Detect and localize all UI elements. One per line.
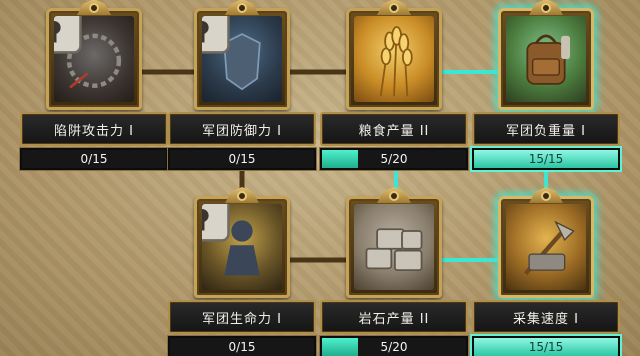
skill-title-bar: 军团负重量 I (472, 112, 620, 146)
frame-crest-gem (541, 191, 551, 201)
gathering-tools-icon (523, 220, 575, 276)
skill-title-bar: 军团防御力 I (168, 112, 316, 146)
skill-icon-frame[interactable] (498, 0, 594, 110)
skill-title: 采集速度 I (513, 311, 579, 327)
skill-progress-bar: 0/15 (167, 335, 317, 356)
progress-text: 5/20 (380, 340, 408, 354)
lock-icon (202, 204, 230, 242)
wheat-icon (379, 26, 413, 97)
skill-title: 军团负重量 I (506, 123, 586, 139)
health-artwork (202, 204, 282, 290)
skill-progress-bar: 15/15 (470, 146, 622, 172)
lock-icon (202, 16, 230, 54)
trap-artwork (54, 16, 134, 102)
skill-title: 粮食产量 II (358, 123, 430, 139)
skill-progress-bar: 5/20 (319, 335, 469, 356)
frame-crest-gem (541, 3, 551, 13)
skill-node-trap-attack[interactable]: 陷阱攻击力 I 0/15 (19, 0, 169, 172)
load-artwork (506, 16, 586, 102)
frame-crest-gem (237, 3, 247, 13)
skill-title-bar: 粮食产量 II (320, 112, 468, 146)
skill-title: 军团生命力 I (202, 311, 282, 327)
defense-artwork (202, 16, 282, 102)
gather-artwork (506, 204, 586, 290)
backpack-icon (526, 34, 570, 85)
progress-text: 15/15 (528, 340, 564, 354)
skill-icon-frame[interactable] (498, 187, 594, 298)
progress-text: 5/20 (380, 152, 408, 166)
skill-title-bar: 岩石产量 II (320, 300, 468, 334)
skill-title-bar: 采集速度 I (472, 300, 620, 334)
skill-title-bar: 军团生命力 I (168, 300, 316, 334)
skill-progress-bar: 0/15 (167, 147, 317, 171)
skill-icon-frame[interactable] (46, 0, 142, 110)
skill-title-bar: 陷阱攻击力 I (20, 112, 168, 146)
skill-icon-frame[interactable] (194, 0, 290, 110)
skill-node-gather-speed[interactable]: 采集速度 I 15/15 (470, 187, 622, 356)
skill-title: 陷阱攻击力 I (54, 123, 134, 139)
lock-icon (54, 16, 82, 54)
progress-text: 0/15 (228, 152, 256, 166)
skill-progress-bar: 5/20 (319, 147, 469, 171)
skill-title: 军团防御力 I (202, 123, 282, 139)
skill-node-legion-load[interactable]: 军团负重量 I 15/15 (470, 0, 622, 172)
skill-icon-frame[interactable] (346, 0, 442, 110)
progress-text: 15/15 (528, 152, 564, 166)
skill-icon-frame[interactable] (346, 187, 442, 298)
skill-title: 岩石产量 II (358, 311, 430, 327)
skill-node-stone-yield[interactable]: 岩石产量 II 5/20 (319, 187, 469, 356)
progress-text: 0/15 (80, 152, 108, 166)
skill-progress-bar: 15/15 (470, 334, 622, 356)
grain-artwork (354, 16, 434, 102)
frame-crest-gem (389, 3, 399, 13)
frame-crest-gem (237, 191, 247, 201)
frame-crest-gem (89, 3, 99, 13)
skill-progress-bar: 0/15 (19, 147, 169, 171)
skill-node-legion-health[interactable]: 军团生命力 I 0/15 (167, 187, 317, 356)
skill-icon-frame[interactable] (194, 187, 290, 298)
skill-node-grain-yield[interactable]: 粮食产量 II 5/20 (319, 0, 469, 172)
stone-blocks-icon (365, 228, 423, 272)
stone-artwork (354, 204, 434, 290)
skill-node-legion-defense[interactable]: 军团防御力 I 0/15 (167, 0, 317, 172)
progress-text: 0/15 (228, 340, 256, 354)
frame-crest-gem (389, 191, 399, 201)
